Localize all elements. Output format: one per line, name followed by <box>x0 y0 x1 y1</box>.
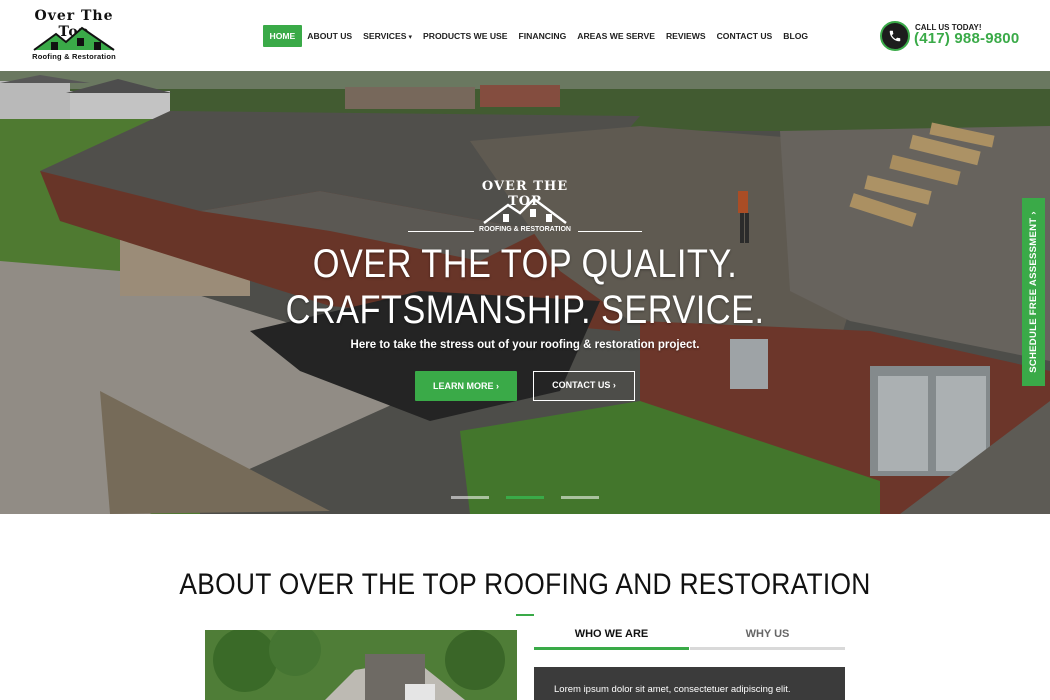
logo-bottom-text: Roofing & Restoration <box>32 52 116 61</box>
hero-contact-us-button[interactable]: CONTACT US › <box>533 371 635 401</box>
hero-title-line1: OVER THE TOP QUALITY. <box>312 242 738 286</box>
main-nav: HOME ABOUT US SERVICES ▾ PRODUCTS WE USE … <box>263 25 814 47</box>
nav-products-we-use[interactable]: PRODUCTS WE USE <box>418 25 514 47</box>
chevron-down-icon: ▾ <box>408 34 412 41</box>
nav-services[interactable]: SERVICES ▾ <box>358 25 418 47</box>
about-title-underline <box>516 614 534 616</box>
house-roof-icon <box>483 197 567 224</box>
hero-logo-line-left <box>408 231 474 232</box>
phone-icon <box>880 21 910 51</box>
tab-who-we-are[interactable]: WHO WE ARE <box>534 622 689 650</box>
slider-dot-2[interactable] <box>506 496 544 499</box>
nav-home[interactable]: HOME <box>263 25 302 47</box>
hero-logo: OVER THE TOP ROOFING & RESTORATION <box>470 179 580 239</box>
about-title: ABOUT OVER THE TOP ROOFING AND RESTORATI… <box>179 568 871 601</box>
site-header: Over The Top Roofing & Restoration HOME … <box>0 0 1050 71</box>
site-logo[interactable]: Over The Top Roofing & Restoration <box>18 8 130 64</box>
slider-dot-3[interactable] <box>561 496 599 499</box>
hero-slider: OVER THE TOP ROOFING & RESTORATION OVER … <box>0 71 1050 514</box>
hero-title: OVER THE TOP QUALITY. CRAFTSMANSHIP. SER… <box>74 241 977 333</box>
call-us-block[interactable]: CALL US TODAY! (417) 988-9800 <box>880 21 1040 51</box>
hero-subtitle: Here to take the stress out of your roof… <box>350 339 700 351</box>
hero-logo-line-right <box>578 231 642 232</box>
learn-more-button[interactable]: LEARN MORE › <box>415 371 517 401</box>
nav-contact-us[interactable]: CONTACT US <box>711 25 778 47</box>
schedule-assessment-label: SCHEDULE FREE ASSESSMENT › <box>1028 211 1039 373</box>
hero-title-line2: CRAFTSMANSHIP. SERVICE. <box>285 288 765 332</box>
phone-number[interactable]: (417) 988-9800 <box>914 30 1019 47</box>
nav-about-us[interactable]: ABOUT US <box>302 25 358 47</box>
about-text: Lorem ipsum dolor sit amet, consectetuer… <box>554 684 791 695</box>
hero-logo-bottom-text: ROOFING & RESTORATION <box>479 226 571 233</box>
nav-reviews[interactable]: REVIEWS <box>660 25 711 47</box>
about-photo <box>205 630 517 700</box>
nav-services-label: SERVICES <box>363 31 407 41</box>
tab-why-us[interactable]: WHY US <box>690 622 845 650</box>
house-roof-icon <box>33 26 115 51</box>
nav-financing[interactable]: FINANCING <box>513 25 572 47</box>
slider-dot-1[interactable] <box>451 496 489 499</box>
nav-blog[interactable]: BLOG <box>778 25 814 47</box>
nav-areas-we-serve[interactable]: AREAS WE SERVE <box>572 25 661 47</box>
aerial-photo-image <box>205 630 517 700</box>
